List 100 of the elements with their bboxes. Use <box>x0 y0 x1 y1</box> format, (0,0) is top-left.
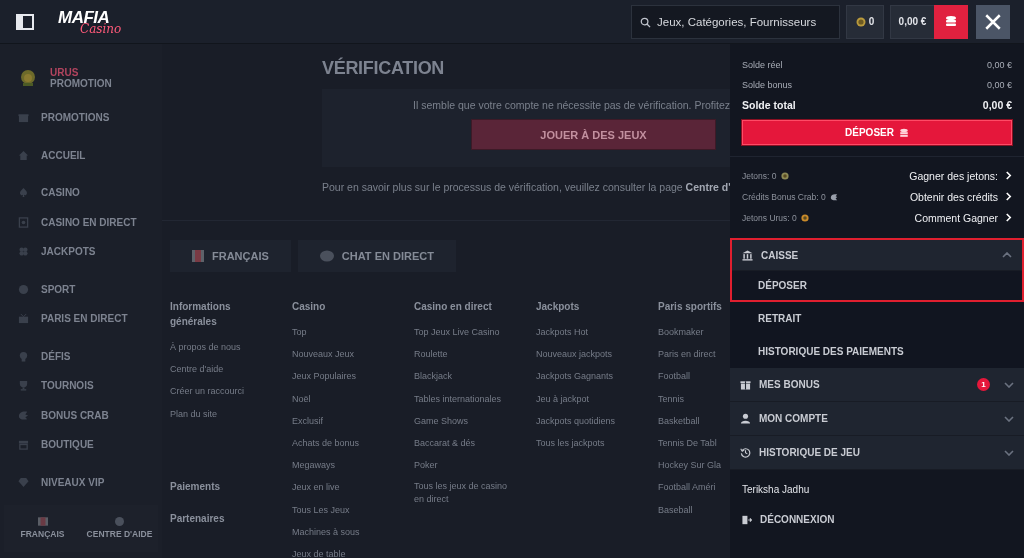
sidebar-toggle-icon[interactable] <box>16 13 34 30</box>
promo-title[interactable]: URUS <box>50 67 112 79</box>
notification-badge: 1 <box>977 378 990 391</box>
column-heading: Casino en direct <box>414 300 493 314</box>
footer-link[interactable]: Roulette <box>414 343 536 366</box>
search-field[interactable]: Jeux, Catégories, Fournisseurs <box>631 4 840 39</box>
token-count: Crédits Bonus Crab: 0 <box>742 191 826 202</box>
footer-link[interactable]: Achats de bonus <box>292 432 414 455</box>
notice-text: Il semble que votre compte ne nécessite pas de vérification. Profitez <box>413 99 730 111</box>
section-header[interactable]: MES BONUS 1 <box>730 368 1024 402</box>
sidebar-item[interactable]: JACKPOTS <box>0 237 162 267</box>
footer-link[interactable]: Jackpots Gagnants <box>536 365 658 388</box>
sidebar-item[interactable]: DÉFIS <box>0 341 162 371</box>
user-name: Teriksha Jadhu <box>741 483 811 497</box>
sidebar-item[interactable]: BONUS CRAB <box>0 400 162 430</box>
info-text: Pour en savoir plus sur le processus de vérification, veuillez consulter la page Centre d' <box>322 181 730 193</box>
footer-link[interactable]: Jackpots quotidiens <box>536 409 658 432</box>
footer-link[interactable]: Jeux de table <box>292 543 414 558</box>
footer-link[interactable]: Top Jeux Live Casino <box>414 321 536 344</box>
footer-link[interactable]: Jackpots Hot <box>536 321 658 344</box>
trophy-icon <box>18 380 29 392</box>
crab-icon <box>18 409 29 421</box>
sidebar-footer-button[interactable]: FRANÇAIS <box>4 505 81 552</box>
column-heading: Jackpots <box>536 300 581 314</box>
crab-icon <box>829 192 838 201</box>
search-icon <box>640 16 651 28</box>
balance-button[interactable]: 0,00 € <box>890 4 934 39</box>
footer-link[interactable]: Jeux Populaires <box>292 365 414 388</box>
footer-link[interactable]: Football Améri <box>658 476 730 499</box>
close-icon <box>984 12 1002 31</box>
page-title: VÉRIFICATION <box>322 58 446 79</box>
footer-button[interactable]: CHAT EN DIRECT <box>297 240 456 272</box>
deposit-button[interactable]: DÉPOSER <box>742 120 1012 145</box>
card-icon <box>18 216 29 228</box>
clover-icon <box>18 246 29 258</box>
sidebar-item[interactable]: PROMOTIONS <box>0 103 162 133</box>
footer-link[interactable]: Tables internationales <box>414 387 536 410</box>
footer-link[interactable]: Baseball <box>658 498 730 521</box>
sidebar-item[interactable]: BOUTIQUE <box>0 430 162 460</box>
footer-link[interactable]: Jeu à jackpot <box>536 387 658 410</box>
section-header[interactable]: MON COMPTE <box>730 402 1024 436</box>
bank-icon <box>742 249 753 261</box>
sidebar-item[interactable]: CASINO <box>0 178 162 208</box>
wallet-button[interactable] <box>934 4 968 39</box>
footer-link[interactable]: Basketball <box>658 409 730 432</box>
chevron-right-icon <box>1005 192 1012 201</box>
coins-button[interactable]: 0 <box>846 4 884 39</box>
footer-link[interactable]: Créer un raccourci <box>170 380 292 403</box>
footer-link[interactable]: Baccarat & dés <box>414 432 536 455</box>
token-link[interactable]: Gagner des jetons: <box>909 169 998 182</box>
footer-link[interactable]: Game Shows <box>414 409 536 432</box>
flag-icon <box>37 517 48 527</box>
shop-icon <box>18 439 29 451</box>
footer-link[interactable]: Tennis De Tabl <box>658 432 730 455</box>
footer-link[interactable]: Centre d'aide <box>170 358 292 381</box>
footer-link[interactable]: Exclusif <box>292 409 414 432</box>
balance-value: 0,00 € <box>986 60 1012 70</box>
sidebar-item[interactable]: ACCUEIL <box>0 140 162 170</box>
footer-link[interactable]: Bookmaker <box>658 321 730 344</box>
footer-link[interactable]: Paris en direct <box>658 343 730 366</box>
footer-link[interactable]: Plan du site <box>170 402 292 425</box>
footer-link[interactable]: Tous les jeux de casino en direct <box>414 480 509 507</box>
sidebar-item[interactable]: NIVEAUX VIP <box>0 467 162 497</box>
footer-link[interactable]: À propos de nous <box>170 336 292 359</box>
logo-script[interactable]: Casino <box>80 22 122 35</box>
sidebar-footer-button[interactable]: CENTRE D'AIDE <box>81 505 158 552</box>
play-button[interactable]: JOUER À DES JEUX <box>471 119 716 150</box>
chat-icon <box>319 250 334 262</box>
footer-link[interactable]: Tennis <box>658 387 730 410</box>
sidebar-item[interactable]: SPORT <box>0 274 162 304</box>
footer-link[interactable]: Machines à sous <box>292 520 414 544</box>
logout-link[interactable]: DÉCONNEXION <box>730 504 1024 525</box>
footer-link[interactable]: Nouveaux jackpots <box>536 343 658 366</box>
footer-link[interactable]: Megaways <box>292 454 414 477</box>
sidebar-item[interactable]: TOURNOIS <box>0 371 162 401</box>
footer-link[interactable]: Football <box>658 365 730 388</box>
section-header[interactable]: HISTORIQUE DE JEU <box>730 436 1024 470</box>
footer-button[interactable]: FRANÇAIS <box>170 240 291 272</box>
footer-link[interactable]: Tous Les Jeux <box>292 498 414 521</box>
footer-link[interactable]: Jeux en live <box>292 476 414 499</box>
column-heading: Informations générales <box>170 300 232 329</box>
promo-subtitle[interactable]: PROMOTION <box>50 78 112 90</box>
history-icon <box>740 447 751 458</box>
sidebar-item[interactable]: CASINO EN DIRECT <box>0 207 162 237</box>
footer-link[interactable]: Top <box>292 321 414 344</box>
footer-link[interactable]: Nouveaux Jeux <box>292 343 414 366</box>
footer-link[interactable]: Hockey Sur Gla <box>658 454 730 477</box>
footer-link[interactable]: Blackjack <box>414 365 536 388</box>
footer-link[interactable]: Tous les jackpots <box>536 432 658 455</box>
section-header[interactable]: CAISSE <box>732 240 1022 271</box>
footer-link[interactable]: Noël <box>292 387 414 410</box>
gift-icon <box>18 112 29 124</box>
sidebar-item[interactable]: PARIS EN DIRECT <box>0 304 162 334</box>
footer-link[interactable]: Poker <box>414 454 536 477</box>
column-heading: Paris sportifs <box>658 300 723 314</box>
token-link[interactable]: Obtenir des crédits <box>909 190 998 203</box>
token-link[interactable]: Comment Gagner <box>914 211 998 224</box>
help-icon <box>115 517 124 527</box>
close-button[interactable] <box>976 4 1010 39</box>
balance-label: Solde bonus <box>742 80 793 90</box>
